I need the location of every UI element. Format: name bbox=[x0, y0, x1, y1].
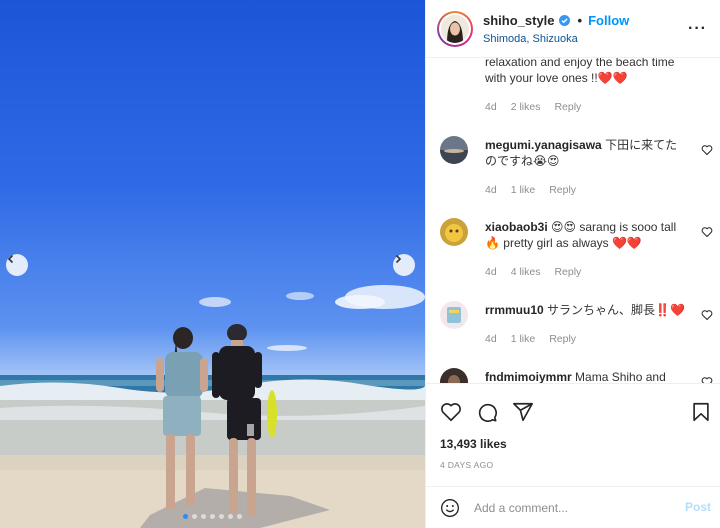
commenter-avatar[interactable] bbox=[440, 368, 468, 383]
comment-likes[interactable]: 1 like bbox=[511, 331, 536, 347]
reply-button[interactable]: Reply bbox=[554, 99, 581, 115]
comments-list[interactable]: relaxation and enjoy the beach time with… bbox=[426, 58, 720, 383]
header-separator: • bbox=[577, 13, 583, 28]
post-photo[interactable] bbox=[0, 0, 425, 528]
post-header: shiho_style • Follow Shimoda, Shizuoka ·… bbox=[426, 0, 720, 58]
slide-dot[interactable] bbox=[219, 514, 224, 519]
comment-text: relaxation and enjoy the beach time with… bbox=[485, 58, 675, 85]
comment-likes[interactable]: 1 like bbox=[511, 182, 536, 198]
commenter-avatar[interactable] bbox=[440, 301, 468, 329]
slide-dot[interactable] bbox=[228, 514, 233, 519]
commenter-avatar[interactable] bbox=[440, 218, 468, 246]
avatar-sunset bbox=[440, 136, 468, 164]
verified-badge-icon bbox=[558, 15, 570, 26]
post-details-panel: shiho_style • Follow Shimoda, Shizuoka ·… bbox=[425, 0, 720, 528]
avatar-illustration bbox=[440, 301, 468, 329]
emoji-smiley-icon[interactable] bbox=[440, 498, 460, 518]
add-comment-bar: Post bbox=[426, 486, 720, 528]
post-date: 4 DAYS AGO bbox=[440, 460, 494, 470]
avatar-portrait bbox=[441, 15, 469, 43]
commenter-username[interactable]: rrmmuu10 bbox=[485, 303, 544, 317]
like-comment-heart-icon[interactable] bbox=[701, 144, 713, 156]
commenter-username[interactable]: megumi.yanagisawa bbox=[485, 138, 602, 152]
comment-likes[interactable]: 2 likes bbox=[511, 99, 541, 115]
commenter-avatar[interactable] bbox=[440, 136, 468, 164]
slide-dot[interactable] bbox=[237, 514, 242, 519]
like-comment-heart-icon[interactable] bbox=[701, 226, 713, 238]
bookmark-icon[interactable] bbox=[690, 401, 712, 423]
chevron-right-icon bbox=[395, 254, 402, 264]
slide-dot[interactable] bbox=[183, 514, 188, 519]
previous-slide-button[interactable] bbox=[6, 254, 28, 276]
like-comment-heart-icon[interactable] bbox=[701, 309, 713, 321]
comment-text: サランちゃん、脚長‼️❤️ bbox=[547, 303, 685, 317]
comment-time: 4d bbox=[485, 101, 497, 113]
comment-continued: relaxation and enjoy the beach time with… bbox=[485, 58, 695, 115]
slide-indicator bbox=[0, 514, 425, 519]
commenter-username[interactable]: xiaobaob3i bbox=[485, 220, 548, 234]
like-comment-heart-icon[interactable] bbox=[701, 376, 713, 383]
comment-time: 4d bbox=[485, 333, 497, 345]
comment-likes[interactable]: 4 likes bbox=[511, 264, 541, 280]
post-comment-button[interactable]: Post bbox=[685, 500, 711, 514]
reply-button[interactable]: Reply bbox=[549, 182, 576, 198]
next-slide-button[interactable] bbox=[393, 254, 415, 276]
author-username[interactable]: shiho_style bbox=[483, 13, 555, 28]
likes-count[interactable]: 13,493 likes bbox=[440, 437, 507, 451]
comment-text: Mama Shiho and bbox=[575, 370, 666, 383]
post-location[interactable]: Shimoda, Shizuoka bbox=[483, 33, 578, 45]
add-comment-input[interactable] bbox=[474, 499, 664, 517]
more-options-icon[interactable]: ··· bbox=[688, 20, 707, 38]
slide-dot[interactable] bbox=[201, 514, 206, 519]
post-actions: 13,493 likes 4 DAYS AGO bbox=[426, 383, 720, 483]
avatar-person bbox=[440, 368, 468, 383]
chevron-left-icon bbox=[7, 254, 14, 264]
comment-time: 4d bbox=[485, 266, 497, 278]
share-send-icon[interactable] bbox=[512, 401, 534, 423]
slide-dot[interactable] bbox=[192, 514, 197, 519]
comment-time: 4d bbox=[485, 184, 497, 196]
profile-avatar[interactable] bbox=[437, 11, 473, 47]
slide-dot[interactable] bbox=[210, 514, 215, 519]
beach-scene bbox=[0, 285, 425, 528]
avatar-emoji bbox=[440, 218, 468, 246]
commenter-username[interactable]: fndmimoiymmr bbox=[485, 370, 572, 383]
follow-button[interactable]: Follow bbox=[588, 13, 629, 28]
comment-bubble-icon[interactable] bbox=[476, 401, 498, 423]
reply-button[interactable]: Reply bbox=[549, 331, 576, 347]
like-heart-icon[interactable] bbox=[440, 401, 462, 423]
reply-button[interactable]: Reply bbox=[554, 264, 581, 280]
